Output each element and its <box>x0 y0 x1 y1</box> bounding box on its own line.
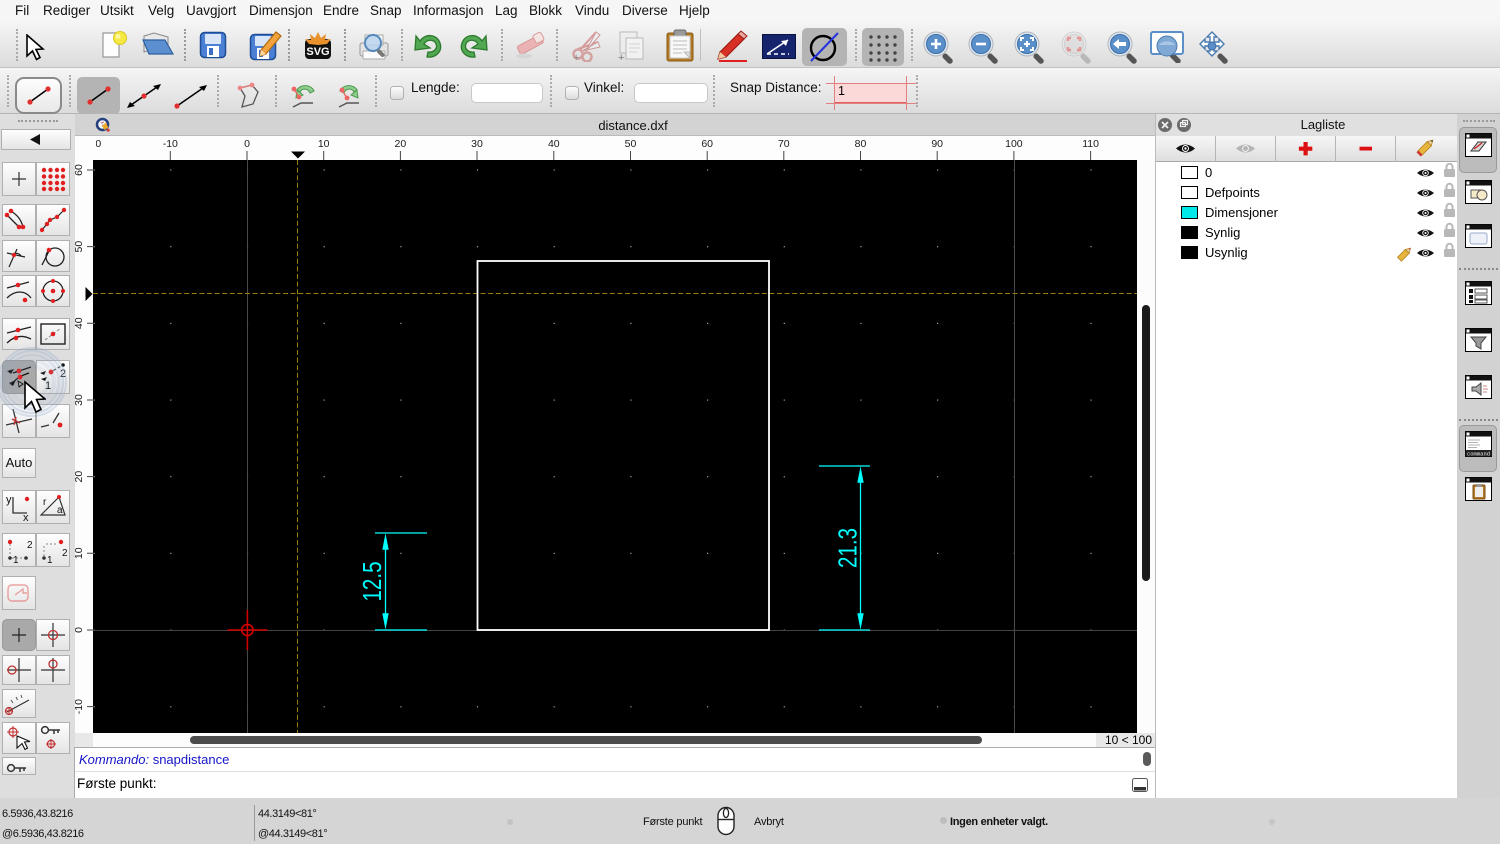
svg-text:r: r <box>43 497 47 508</box>
svg-text:10: 10 <box>318 138 330 150</box>
svg-text:SVG: SVG <box>306 46 329 58</box>
svg-text:110: 110 <box>1082 138 1099 150</box>
svg-text:-10: -10 <box>163 138 178 150</box>
svg-text:1: 1 <box>13 555 19 566</box>
svg-text:0: 0 <box>75 627 85 633</box>
svg-text:40: 40 <box>75 317 85 329</box>
svg-text:0: 0 <box>244 138 250 150</box>
svg-text:Lagliste: Lagliste <box>1301 117 1346 132</box>
svg-text:2: 2 <box>27 540 33 551</box>
svg-text:-10: -10 <box>75 699 85 714</box>
svg-text:60: 60 <box>75 164 85 176</box>
svg-text:90: 90 <box>931 138 943 150</box>
svg-text:y: y <box>6 494 12 506</box>
svg-text:60: 60 <box>701 138 713 150</box>
svg-text:20: 20 <box>395 138 407 150</box>
svg-text:1: 1 <box>47 555 53 566</box>
svg-text:30: 30 <box>471 138 483 150</box>
svg-text:50: 50 <box>625 138 637 150</box>
svg-text:50: 50 <box>75 241 85 253</box>
svg-text:x: x <box>23 512 29 523</box>
svg-text:80: 80 <box>855 138 867 150</box>
svg-text:2: 2 <box>62 548 68 559</box>
svg-text:command: command <box>1467 451 1490 458</box>
svg-text:1: 1 <box>45 380 51 392</box>
svg-text:a: a <box>57 505 63 516</box>
svg-text:40: 40 <box>548 138 560 150</box>
svg-text:2: 2 <box>60 368 66 380</box>
svg-text:12.5: 12.5 <box>357 562 387 602</box>
svg-text:10: 10 <box>75 547 85 559</box>
svg-text:30: 30 <box>75 394 85 406</box>
svg-text:21.3: 21.3 <box>833 528 863 568</box>
svg-text:+: + <box>618 52 624 62</box>
svg-text:20: 20 <box>75 471 85 483</box>
svg-text:+: + <box>573 52 579 62</box>
svg-text:70: 70 <box>778 138 790 150</box>
svg-text:100: 100 <box>1005 138 1023 150</box>
